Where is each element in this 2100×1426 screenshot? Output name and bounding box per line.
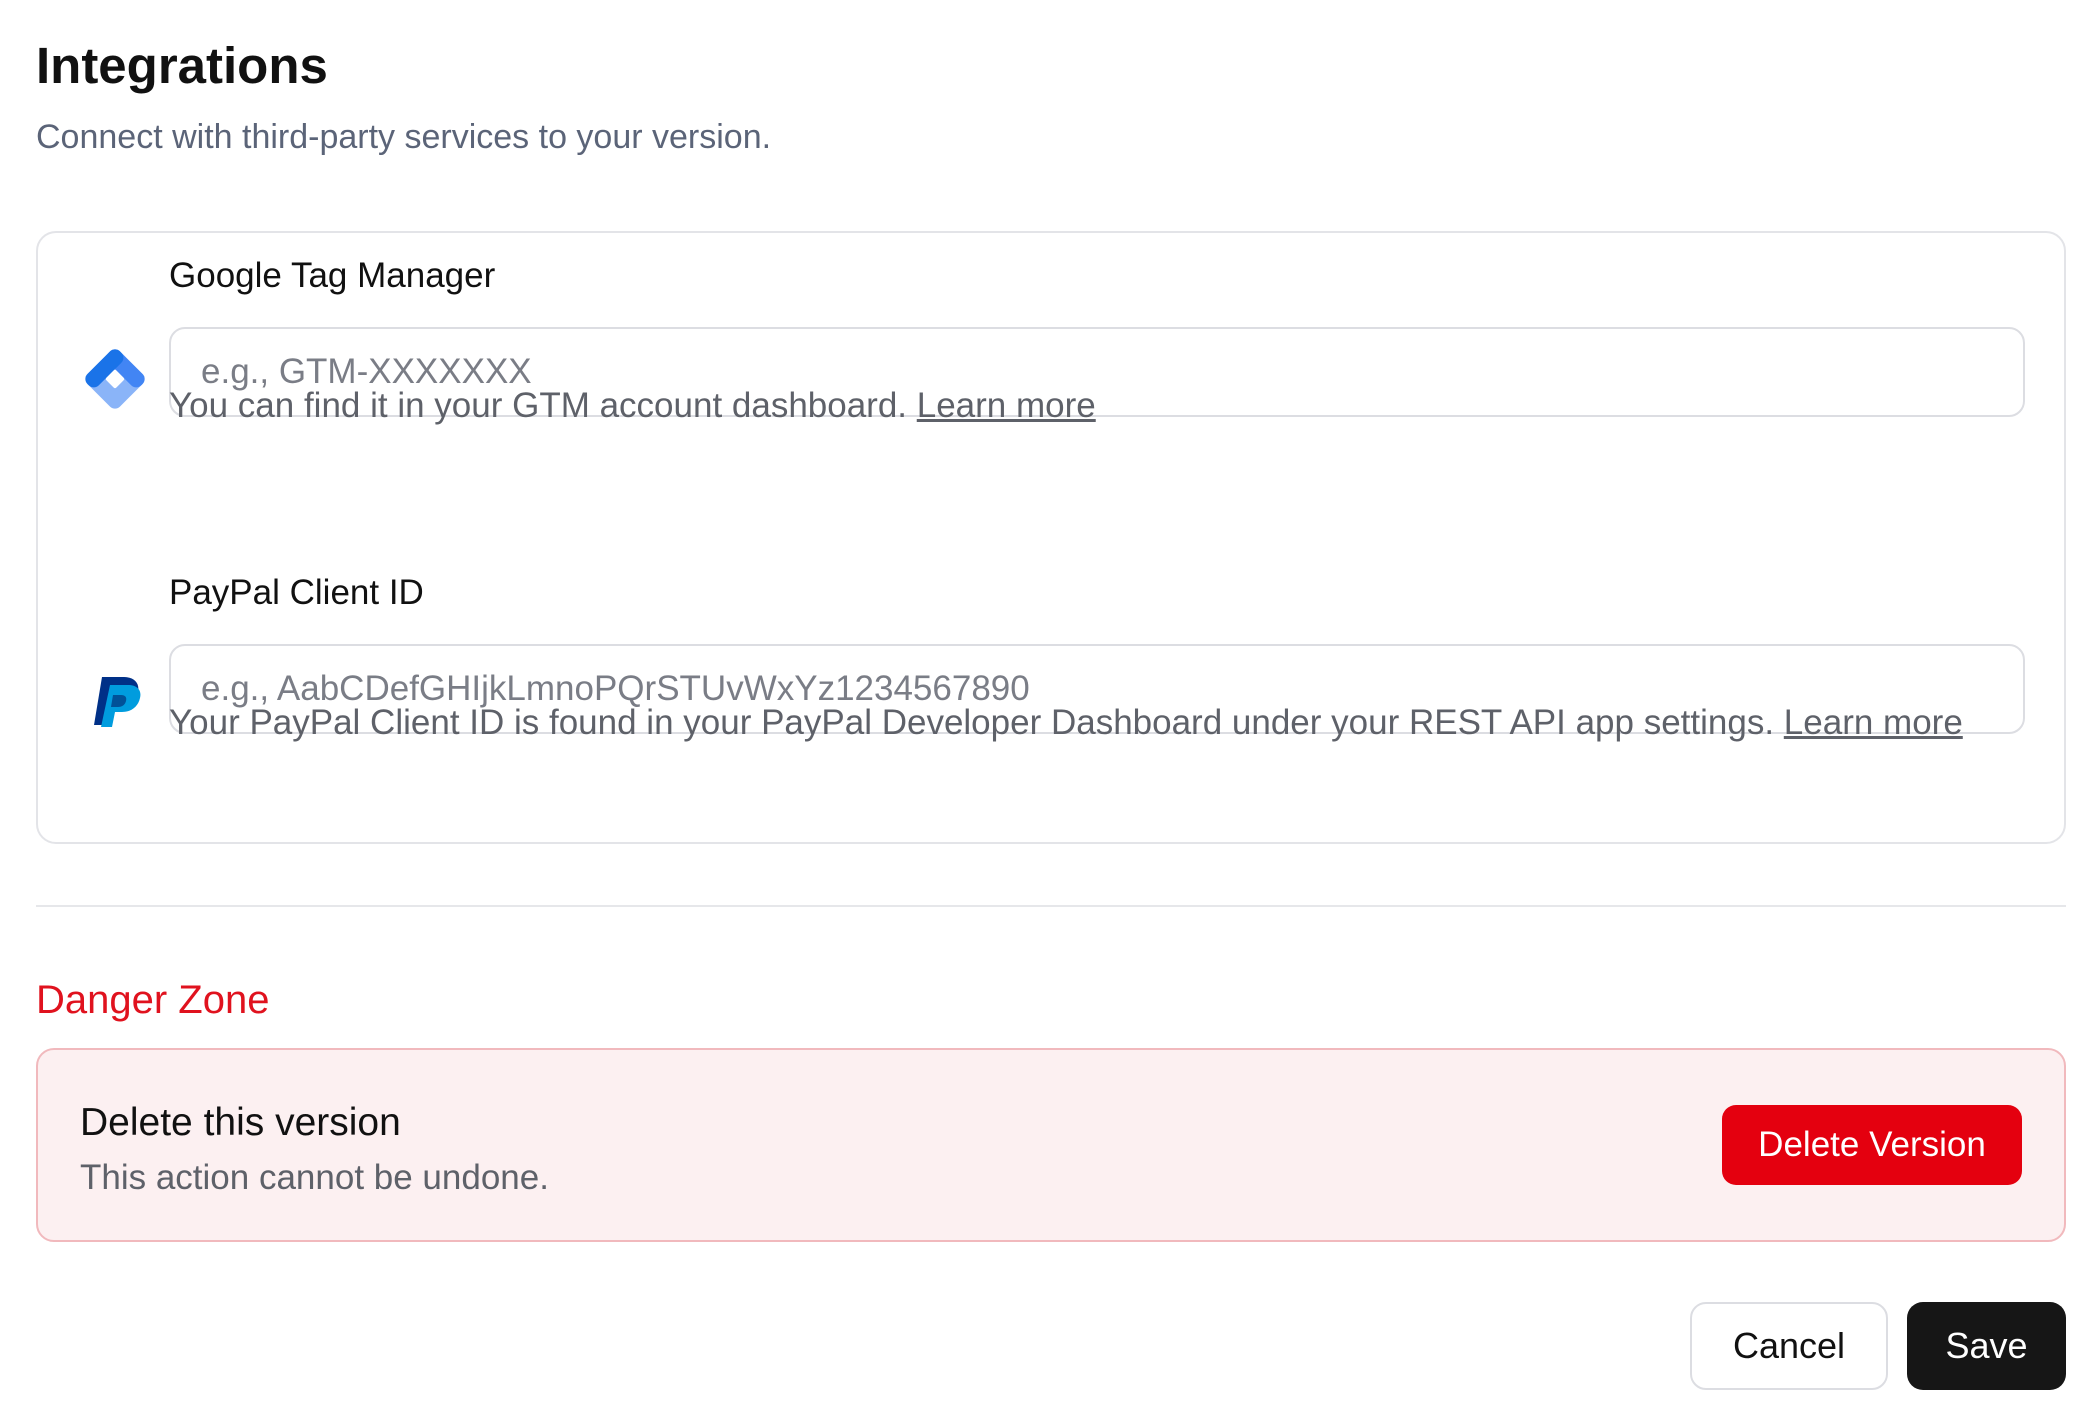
paypal-client-id-help-text: Your PayPal Client ID is found in your P… [169, 702, 1963, 744]
delete-version-title: Delete this version [80, 1101, 401, 1144]
paypal-client-id-help-message: Your PayPal Client ID is found in your P… [169, 703, 1784, 742]
google-tag-manager-label: Google Tag Manager [169, 256, 496, 295]
google-tag-manager-help-message: You can find it in your GTM account dash… [169, 386, 917, 425]
google-tag-manager-icon [78, 342, 152, 416]
page-subtitle: Connect with third-party services to you… [36, 118, 772, 156]
google-tag-manager-help-text: You can find it in your GTM account dash… [169, 385, 1096, 427]
page-title: Integrations [36, 37, 328, 94]
section-divider [36, 905, 2066, 907]
save-button[interactable]: Save [1907, 1302, 2066, 1390]
danger-zone-box: Delete this version This action cannot b… [36, 1048, 2066, 1242]
paypal-client-id-label: PayPal Client ID [169, 573, 424, 612]
google-tag-manager-learn-more-link[interactable]: Learn more [917, 386, 1096, 425]
paypal-learn-more-link[interactable]: Learn more [1784, 703, 1963, 742]
delete-version-description: This action cannot be undone. [80, 1158, 549, 1197]
danger-zone-title: Danger Zone [36, 978, 270, 1022]
delete-version-button[interactable]: Delete Version [1722, 1105, 2022, 1185]
paypal-icon [78, 663, 152, 737]
integrations-settings-page: Integrations Connect with third-party se… [0, 0, 2100, 1426]
integrations-card: Google Tag Manager You can find it in yo… [36, 231, 2066, 844]
cancel-button[interactable]: Cancel [1690, 1302, 1888, 1390]
